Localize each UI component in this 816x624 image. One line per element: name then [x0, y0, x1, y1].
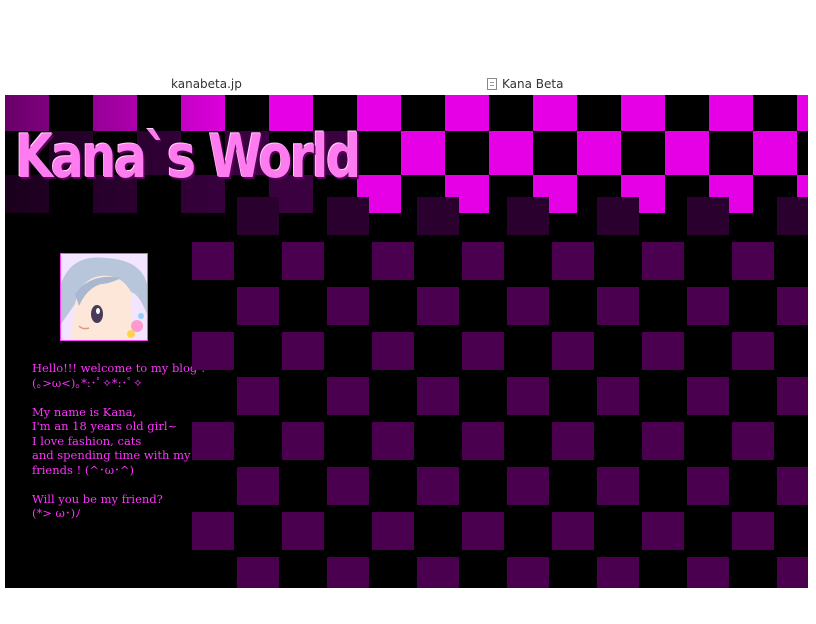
- sidebar: Hello!!! welcome to my blog ! (｡>ω<)｡*:･…: [5, 213, 212, 588]
- checker-square: [777, 197, 808, 235]
- bio-paragraph: Will you be my friend? (*> ω･)ﾉ: [32, 491, 163, 521]
- checker-square: [327, 377, 369, 415]
- checker-square: [665, 131, 709, 175]
- checker-square: [732, 332, 774, 370]
- checker-square: [237, 557, 279, 588]
- checker-square: [327, 287, 369, 325]
- checker-square: [417, 287, 459, 325]
- checker-square: [237, 467, 279, 505]
- checker-square: [552, 332, 594, 370]
- checker-square: [577, 131, 621, 175]
- checker-square: [597, 287, 639, 325]
- checker-square: [621, 95, 665, 131]
- checker-square: [753, 131, 797, 175]
- bio-paragraph: Hello!!! welcome to my blog ! (｡>ω<)｡*:･…: [32, 361, 206, 390]
- checker-square: [533, 95, 577, 131]
- checker-square: [687, 197, 729, 235]
- checker-square: [192, 512, 234, 550]
- anime-girl-avatar-icon[interactable]: [60, 253, 148, 341]
- bio-text: Hello!!! welcome to my blog ! (｡>ω<)｡*:･…: [32, 361, 207, 535]
- checker-square: [642, 422, 684, 460]
- checker-square: [282, 422, 324, 460]
- checker-square: [687, 287, 729, 325]
- checker-square: [732, 422, 774, 460]
- checker-square: [417, 467, 459, 505]
- checker-square: [642, 242, 684, 280]
- checker-square: [597, 557, 639, 588]
- checker-square: [237, 287, 279, 325]
- checker-square: [417, 557, 459, 588]
- checker-square: [507, 557, 549, 588]
- site-header: Kana`s World: [5, 95, 808, 213]
- checker-square: [777, 377, 808, 415]
- checker-square: [192, 242, 234, 280]
- checker-square: [687, 467, 729, 505]
- checker-square: [462, 242, 504, 280]
- checker-square: [552, 512, 594, 550]
- checker-square: [462, 512, 504, 550]
- checker-square: [552, 422, 594, 460]
- checker-square: [237, 377, 279, 415]
- checker-square: [732, 242, 774, 280]
- tab-title-label: Kana Beta: [502, 77, 564, 91]
- checker-square: [372, 512, 414, 550]
- checker-square: [327, 467, 369, 505]
- checker-square: [507, 467, 549, 505]
- checkered-background: [192, 197, 808, 588]
- checker-square: [372, 242, 414, 280]
- checker-square: [192, 332, 234, 370]
- checker-square: [732, 512, 774, 550]
- checker-square: [597, 377, 639, 415]
- checker-square: [357, 95, 401, 131]
- checker-square: [417, 377, 459, 415]
- checker-square: [777, 557, 808, 588]
- checker-square: [597, 467, 639, 505]
- checker-square: [777, 467, 808, 505]
- checker-square: [687, 377, 729, 415]
- checker-square: [192, 422, 234, 460]
- checker-square: [597, 197, 639, 235]
- url-label[interactable]: kanabeta.jp: [171, 77, 242, 91]
- checker-square: [237, 197, 279, 235]
- page-icon: [487, 78, 497, 90]
- checker-square: [372, 422, 414, 460]
- checker-square: [687, 557, 729, 588]
- checker-square: [489, 131, 533, 175]
- tab-title[interactable]: Kana Beta: [487, 77, 563, 91]
- bio-paragraph: My name is Kana, I'm an 18 years old gir…: [32, 404, 191, 477]
- checker-square: [642, 512, 684, 550]
- checker-square: [462, 332, 504, 370]
- checker-square: [797, 95, 808, 131]
- browser-tab-bar: kanabeta.jp Kana Beta: [0, 74, 816, 94]
- checker-square: [507, 287, 549, 325]
- checker-square: [507, 197, 549, 235]
- checker-square: [401, 131, 445, 175]
- checker-square: [282, 332, 324, 370]
- checker-square: [282, 512, 324, 550]
- checker-square: [552, 242, 594, 280]
- page-viewport: Kana`s World Hello!!! welcome to my blog…: [5, 95, 808, 588]
- checker-square: [327, 197, 369, 235]
- checker-square: [777, 287, 808, 325]
- checker-square: [327, 557, 369, 588]
- checker-square: [372, 332, 414, 370]
- site-title[interactable]: Kana`s World: [15, 127, 361, 187]
- checker-square: [642, 332, 684, 370]
- checker-square: [282, 242, 324, 280]
- checker-square: [462, 422, 504, 460]
- checker-square: [709, 95, 753, 131]
- checker-square: [417, 197, 459, 235]
- checker-square: [445, 95, 489, 131]
- checker-square: [507, 377, 549, 415]
